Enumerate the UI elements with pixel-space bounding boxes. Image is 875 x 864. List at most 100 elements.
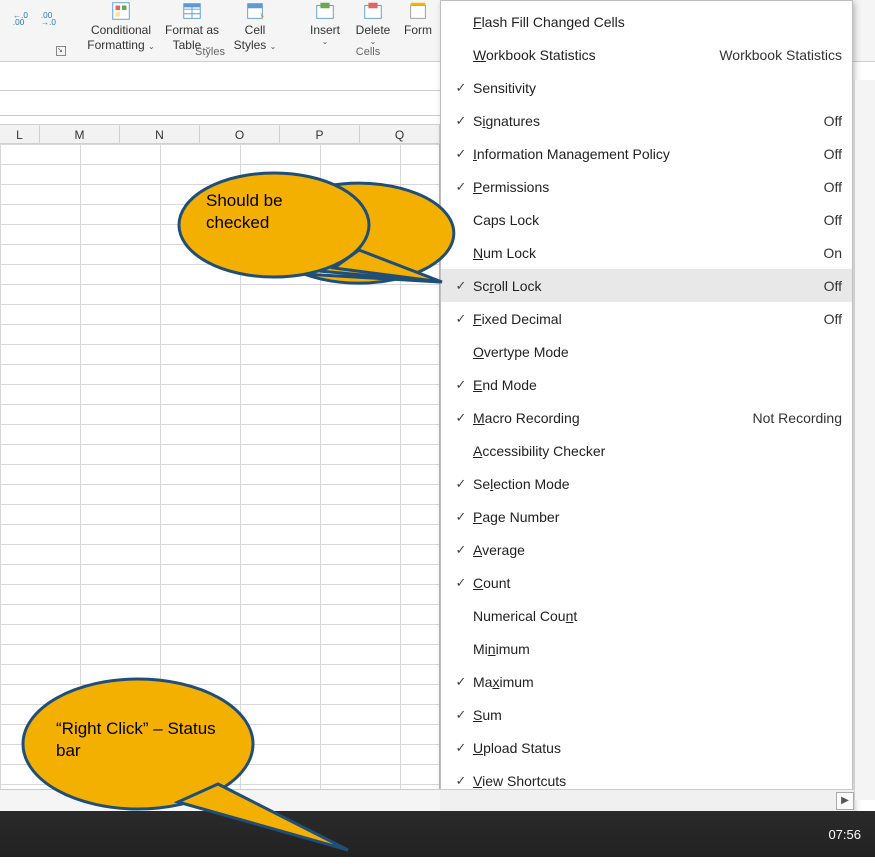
ctx-menu-item-label: Page Number [473, 509, 842, 525]
ctx-menu-item[interactable]: ✓Sum [441, 698, 852, 731]
annotation-callout-right-click-statusbar: “Right Click” – Status bar [18, 664, 348, 854]
ribbon-group-label-cells: Cells [338, 46, 398, 58]
ctx-menu-item-value: Off [824, 146, 842, 162]
ctx-menu-item-value: Workbook Statistics [719, 47, 842, 63]
delete-cells-button[interactable]: Delete ⌄ [350, 0, 396, 46]
ctx-menu-item[interactable]: ✓Upload Status [441, 731, 852, 764]
ctx-menu-item[interactable]: ✓Information Management PolicyOff [441, 137, 852, 170]
taskbar-clock: 07:56 [828, 827, 861, 842]
ctx-menu-item-label: Count [473, 575, 842, 591]
check-icon: ✓ [449, 773, 473, 789]
ctx-menu-item-label: Accessibility Checker [473, 443, 842, 459]
ctx-menu-item[interactable]: ✓Scroll LockOff [441, 269, 852, 302]
chevron-down-icon: ⌄ [322, 37, 329, 46]
vertical-scrollbar[interactable] [854, 80, 875, 800]
ctx-menu-item-label: Maximum [473, 674, 842, 690]
column-header-n[interactable]: N [120, 124, 200, 143]
ctx-menu-item-label: Upload Status [473, 740, 842, 756]
chevron-down-icon: ⌄ [270, 42, 277, 51]
ctx-menu-item-label: Caps Lock [473, 212, 824, 228]
column-header-l[interactable]: L [0, 124, 40, 143]
cell-styles-icon [244, 0, 266, 22]
ctx-menu-item-value: Off [824, 278, 842, 294]
conditional-formatting-icon [110, 0, 132, 22]
conditional-formatting-button[interactable]: Conditional Formatting ⌄ [82, 0, 160, 53]
ctx-menu-item-label: Sum [473, 707, 842, 723]
ctx-menu-item[interactable]: Accessibility Checker [441, 434, 852, 467]
ctx-menu-item-label: Information Management Policy [473, 146, 824, 162]
insert-cells-button[interactable]: Insert ⌄ [302, 0, 348, 46]
format-as-table-icon [181, 0, 203, 22]
ctx-menu-item[interactable]: Minimum [441, 632, 852, 665]
ctx-menu-item[interactable]: ✓Selection Mode [441, 467, 852, 500]
ctx-menu-item-label: Overtype Mode [473, 344, 842, 360]
check-icon: ✓ [449, 575, 473, 591]
ctx-menu-item[interactable]: ✓End Mode [441, 368, 852, 401]
svg-text:→.0: →.0 [41, 18, 57, 27]
ctx-menu-item[interactable]: ✓PermissionsOff [441, 170, 852, 203]
ctx-menu-item[interactable]: ✓SignaturesOff [441, 104, 852, 137]
ctx-menu-item-value: Off [824, 311, 842, 327]
check-icon: ✓ [449, 509, 473, 525]
ctx-menu-item-value: Not Recording [753, 410, 843, 426]
ctx-menu-item[interactable]: Caps LockOff [441, 203, 852, 236]
annotation-text: Should be checked [206, 190, 346, 234]
ctx-menu-item-label: Sensitivity [473, 80, 842, 96]
ctx-menu-item-label: View Shortcuts [473, 773, 842, 789]
ctx-menu-item-label: End Mode [473, 377, 842, 393]
column-header-q[interactable]: Q [360, 124, 440, 143]
ctx-menu-item-value: On [823, 245, 842, 261]
decrease-decimal-icon[interactable]: .00→.0 [38, 4, 62, 28]
annotation-text: “Right Click” – Status bar [56, 718, 216, 762]
ctx-menu-item-label: Numerical Count [473, 608, 842, 624]
format-cells-button[interactable]: Form [398, 0, 438, 37]
ctx-menu-item[interactable]: ✓Macro RecordingNot Recording [441, 401, 852, 434]
ctx-menu-item-label: Num Lock [473, 245, 823, 261]
ctx-menu-item[interactable]: ✓Fixed DecimalOff [441, 302, 852, 335]
ctx-menu-item[interactable]: ✓Count [441, 566, 852, 599]
check-icon: ✓ [449, 542, 473, 558]
ctx-menu-item-value: Off [824, 113, 842, 129]
ctx-menu-item-label: Signatures [473, 113, 824, 129]
ctx-menu-item-label: Scroll Lock [473, 278, 824, 294]
number-group-dialog-launcher-icon[interactable]: ↘ [56, 46, 66, 56]
ctx-menu-item[interactable]: Num LockOn [441, 236, 852, 269]
ctx-menu-item[interactable]: Overtype Mode [441, 335, 852, 368]
column-header-m[interactable]: M [40, 124, 120, 143]
insert-cells-icon [314, 0, 336, 22]
ctx-menu-item[interactable]: ✓Average [441, 533, 852, 566]
ctx-menu-item-label: Permissions [473, 179, 824, 195]
column-header-p[interactable]: P [280, 124, 360, 143]
delete-cells-icon [362, 0, 384, 22]
check-icon: ✓ [449, 707, 473, 723]
ctx-menu-item-label: Macro Recording [473, 410, 753, 426]
svg-text:.00: .00 [13, 18, 25, 27]
check-icon: ✓ [449, 80, 473, 96]
ctx-menu-item-value: Off [824, 179, 842, 195]
ctx-menu-item-label: Minimum [473, 641, 842, 657]
horizontal-scrollbar[interactable]: ▶ [440, 789, 854, 811]
ctx-menu-item[interactable]: ✓Maximum [441, 665, 852, 698]
ctx-menu-item[interactable]: Flash Fill Changed Cells [441, 5, 852, 38]
check-icon: ✓ [449, 113, 473, 129]
conditional-formatting-label-line1: Conditional [91, 22, 151, 37]
increase-decimal-icon[interactable]: ←.0.00 [10, 4, 34, 28]
ctx-menu-item-label: Fixed Decimal [473, 311, 824, 327]
ctx-menu-item[interactable]: ✓Page Number [441, 500, 852, 533]
check-icon: ✓ [449, 410, 473, 426]
statusbar-context-menu[interactable]: Flash Fill Changed CellsWorkbook Statist… [440, 0, 853, 824]
chevron-down-icon: ⌄ [370, 37, 377, 46]
formula-bar[interactable] [0, 90, 440, 116]
check-icon: ✓ [449, 146, 473, 162]
check-icon: ✓ [449, 476, 473, 492]
ctx-menu-item[interactable]: Workbook StatisticsWorkbook Statistics [441, 38, 852, 71]
check-icon: ✓ [449, 311, 473, 327]
ctx-menu-item-label: Selection Mode [473, 476, 842, 492]
ctx-menu-item[interactable]: Numerical Count [441, 599, 852, 632]
column-header-o[interactable]: O [200, 124, 280, 143]
column-headers[interactable]: L M N O P Q [0, 124, 440, 144]
scroll-right-arrow-icon[interactable]: ▶ [836, 792, 854, 810]
ctx-menu-item[interactable]: ✓Sensitivity [441, 71, 852, 104]
ctx-menu-item-label: Workbook Statistics [473, 47, 719, 63]
format-cells-icon [407, 0, 429, 22]
